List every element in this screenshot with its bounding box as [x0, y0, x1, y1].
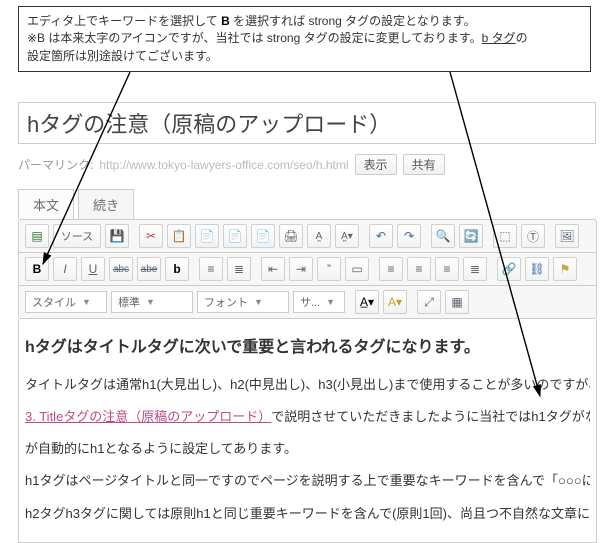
bullist-icon[interactable]: ≣: [227, 257, 251, 281]
editor-area: hタグの注意（原稿のアップロード） パーマリンク: http://www.tok…: [18, 102, 598, 543]
chevron-down-icon: ▼: [146, 297, 155, 307]
font-select[interactable]: フォント▼: [197, 291, 289, 313]
chevron-down-icon: ▼: [254, 297, 263, 307]
format-select[interactable]: 標準▼: [111, 291, 193, 313]
showblocks-icon[interactable]: ▦: [445, 290, 469, 314]
toolbar-row-1: ▤ ソース 💾 ✂ 📋 📄 📄 📄 🖨 A͖ A͖▾ ↶ ↷ 🔍 🔄 ⬚ Ⓣ 🖼: [18, 219, 597, 253]
scayt-icon[interactable]: A͖▾: [335, 224, 359, 248]
permalink-label: パーマリンク:: [18, 156, 93, 173]
tab-body[interactable]: 本文: [18, 189, 74, 219]
undo-icon[interactable]: ↶: [369, 224, 393, 248]
align-left-icon[interactable]: ≡: [379, 257, 403, 281]
replace-icon[interactable]: 🔄: [459, 224, 483, 248]
toolbar-row-2: B I U abc abe b ≡ ≣ ⇤ ⇥ ” ▭ ≡ ≡ ≡ ≣ 🔗 ⛓ …: [18, 253, 597, 286]
editor-content[interactable]: hタグはタイトルタグに次いで重要と言われるタグになります。 タイトルタグは通常h…: [18, 319, 597, 543]
bold-button[interactable]: B: [25, 257, 49, 281]
textcolor-icon[interactable]: A̲▾: [355, 290, 379, 314]
outdent-icon[interactable]: ⇤: [261, 257, 285, 281]
copy-icon[interactable]: 📋: [167, 224, 191, 248]
link-icon[interactable]: 🔗: [497, 257, 521, 281]
blockquote-icon[interactable]: ”: [317, 257, 341, 281]
permalink-url: http://www.tokyo-lawyers-office.com/seo/…: [99, 158, 348, 172]
paste-icon[interactable]: 📄: [195, 224, 219, 248]
numlist-icon[interactable]: ≡: [199, 257, 223, 281]
underline-button[interactable]: U: [81, 257, 105, 281]
content-link[interactable]: 3. Titleタグの注意（原稿のアップロード）: [25, 409, 271, 424]
removeformat-icon[interactable]: Ⓣ: [521, 224, 545, 248]
show-button[interactable]: 表示: [355, 154, 397, 175]
style-select[interactable]: スタイル▼: [25, 291, 107, 313]
print-icon[interactable]: 🖨: [279, 224, 303, 248]
content-heading: hタグはタイトルタグに次いで重要と言われるタグになります。: [25, 333, 590, 357]
toolbar-row-3: スタイル▼ 標準▼ フォント▼ サ...▼ A̲▾ A▾ ⤢ ▦: [18, 286, 597, 319]
bgcolor-icon[interactable]: A▾: [383, 290, 407, 314]
source-button[interactable]: ソース: [53, 224, 101, 248]
div-icon[interactable]: ▭: [345, 257, 369, 281]
align-right-icon[interactable]: ≡: [435, 257, 459, 281]
content-paragraph-2b: が自動的にh1となるように設定してあります。: [25, 439, 590, 459]
align-center-icon[interactable]: ≡: [407, 257, 431, 281]
content-paragraph-2a: 3. Titleタグの注意（原稿のアップロード）で説明させていただきましたように…: [25, 407, 590, 427]
post-title-input[interactable]: hタグの注意（原稿のアップロード）: [18, 102, 596, 144]
anchor-icon[interactable]: ⚑: [553, 257, 577, 281]
permalink-row: パーマリンク: http://www.tokyo-lawyers-office.…: [18, 154, 598, 175]
editor-tabs: 本文 続き: [18, 189, 598, 219]
size-select[interactable]: サ...▼: [293, 291, 345, 313]
strike2-button[interactable]: abe: [137, 257, 161, 281]
chevron-down-icon: ▼: [326, 297, 335, 307]
selectall-icon[interactable]: ⬚: [493, 224, 517, 248]
spellcheck-icon[interactable]: A͖: [307, 224, 331, 248]
template-icon[interactable]: ▤: [25, 224, 49, 248]
content-paragraph-3: h1タグはページタイトルと同一ですのでページを説明する上で重要なキーワードを含ん…: [25, 471, 590, 491]
b-tag-button[interactable]: b: [165, 257, 189, 281]
image-icon[interactable]: 🖼: [555, 224, 579, 248]
tab-continue[interactable]: 続き: [78, 189, 134, 219]
unlink-icon[interactable]: ⛓: [525, 257, 549, 281]
save-icon[interactable]: 💾: [105, 224, 129, 248]
share-button[interactable]: 共有: [403, 154, 445, 175]
redo-icon[interactable]: ↷: [397, 224, 421, 248]
content-paragraph-4: h2タグh3タグに関しては原則h1と同じ重要キーワードを含んで(原則1回)、尚且…: [25, 504, 590, 524]
content-paragraph-1: タイトルタグは通常h1(大見出し)、h2(中見出し)、h3(小見出し)まで使用す…: [25, 375, 590, 395]
annotation-note: エディタ上でキーワードを選択して B を選択すれば strong タグの設定とな…: [18, 6, 591, 72]
indent-icon[interactable]: ⇥: [289, 257, 313, 281]
align-justify-icon[interactable]: ≣: [463, 257, 487, 281]
chevron-down-icon: ▼: [82, 297, 91, 307]
cut-icon[interactable]: ✂: [139, 224, 163, 248]
maximize-icon[interactable]: ⤢: [417, 290, 441, 314]
strike-button[interactable]: abc: [109, 257, 133, 281]
paste-word-icon[interactable]: 📄: [251, 224, 275, 248]
paste-text-icon[interactable]: 📄: [223, 224, 247, 248]
find-icon[interactable]: 🔍: [431, 224, 455, 248]
italic-button[interactable]: I: [53, 257, 77, 281]
